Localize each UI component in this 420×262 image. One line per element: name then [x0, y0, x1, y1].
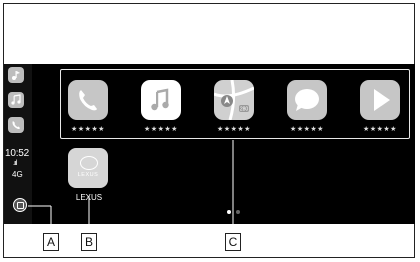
- callout-a: A: [43, 233, 59, 251]
- callout-lines: [28, 140, 234, 234]
- callout-c: C: [225, 233, 241, 251]
- callout-b: B: [81, 233, 97, 251]
